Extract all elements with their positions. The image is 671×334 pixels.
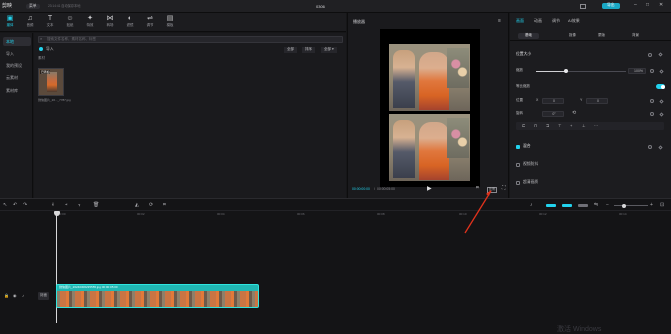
annotation-arrow [464, 190, 492, 234]
timeline-panel: ↖ ↶ ↷ ⫲ ⫞ ⫟ 🗑 ◭ ⟳ ⌗ ♪ ⇋ − + ⊡ 00:00 00:0… [0, 190, 671, 334]
windows-watermark: 激活 Windows [557, 326, 602, 333]
